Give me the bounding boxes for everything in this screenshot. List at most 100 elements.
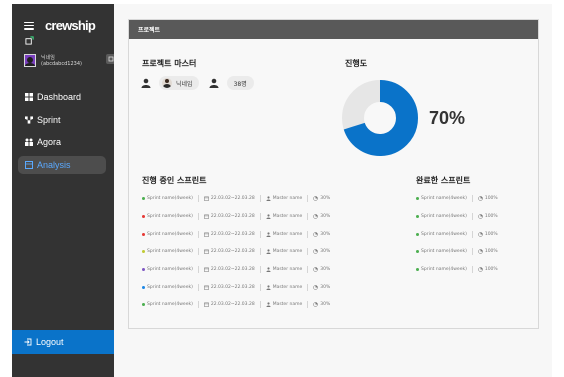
progress-icon [313,267,319,272]
menu-icon[interactable] [24,21,34,30]
divider [471,213,473,221]
sprint-row[interactable]: Sprint name(4week) 22.03.02~22.03.28 Maste… [142,261,330,279]
master-chip[interactable]: 닉네임 [159,76,199,90]
app-logo[interactable]: crewship [45,18,96,33]
sprint-name: Sprint name(4week) [421,231,467,237]
sprint-dates-cell: 22.03.02~22.03.28 [203,232,255,237]
sprint-dates-cell: 22.03.02~22.03.28 [203,249,255,255]
divider [471,266,473,274]
completed-sprint-row[interactable]: Sprint name(4week) 100% [416,261,498,279]
sprint-dates-cell: 22.03.02~22.03.28 [203,267,255,272]
status-dot [416,197,419,201]
sprint-progress: 30% [320,231,331,237]
sprint-row[interactable]: Sprint name(4week) 22.03.02~22.03.28 Maste… [142,278,330,296]
sprint-icon [25,115,33,124]
logout-button[interactable]: Logout [12,330,114,354]
progress-icon [477,214,483,219]
sprint-dates: 22.03.02~22.03.28 [210,214,255,220]
sprint-name: Sprint name(4week) [147,196,193,202]
sprint-progress: 100% [484,231,498,237]
calendar-icon [203,285,209,290]
divider [307,213,309,221]
sprint-name: Sprint name(4week) [421,249,467,255]
master-row: 닉네임 38명 [141,76,254,90]
user-profile[interactable]: 닉네임 (abcdabcd1234) [24,52,116,69]
progress-icon [313,196,319,202]
sprint-name: Sprint name(4week) [147,231,193,237]
card-title: 프로젝트 [138,27,161,34]
sprint-row[interactable]: Sprint name(4week) 22.03.02~22.03.28 Maste… [142,190,330,208]
sprint-dates: 22.03.02~22.03.28 [210,249,255,255]
completed-sprint-row[interactable]: Sprint name(4week) 100% [416,225,498,243]
divider [259,230,261,238]
app: crewship 닉네임 (abcdabcd1234) Dashboard Sp… [0,0,564,377]
progress-icon [313,231,319,237]
sprint-name-cell: Sprint name(4week) [142,285,193,290]
sidebar-item-agora[interactable]: Agora [18,133,106,151]
sprint-name: Sprint name(4week) [147,302,193,308]
sprint-master-cell: Master name [266,285,302,290]
divider [259,266,261,274]
done-title: 완료한 스프린트 [416,176,471,185]
sidebar-item-sprint[interactable]: Sprint [18,111,106,129]
status-dot [416,215,419,219]
status-dot [416,232,419,236]
progress-donut [342,80,418,156]
sprint-master: Master name [272,231,303,237]
divider [471,248,473,256]
divider [307,230,309,238]
sidebar-item-dashboard[interactable]: Dashboard [18,88,106,106]
master-title: 프로젝트 마스터 [142,59,197,68]
status-dot [416,268,419,272]
divider [259,301,261,309]
sprint-row[interactable]: Sprint name(4week) 22.03.02~22.03.28 Maste… [142,225,330,243]
divider [307,301,309,309]
sprint-name-cell: Sprint name(4week) [142,232,193,237]
sprint-name-cell: Sprint name(4week) [416,249,467,254]
sprint-row[interactable]: Sprint name(4week) 22.03.02~22.03.28 Maste… [142,243,330,261]
sidebar-top: crewship [24,18,96,33]
sprint-name-cell: Sprint name(4week) [416,214,467,219]
completed-sprint-list: Sprint name(4week) 100% Sprint name(4week)… [416,190,498,278]
completed-sprint-row[interactable]: Sprint name(4week) 100% [416,208,498,226]
sprint-row[interactable]: Sprint name(4week) 22.03.02~22.03.28 Maste… [142,208,330,226]
sprint-progress: 30% [320,249,331,255]
sprint-progress: 100% [484,214,498,220]
progress-icon [313,284,319,290]
completed-sprint-row[interactable]: Sprint name(4week) 100% [416,190,498,208]
card-header: 프로젝트 [129,20,538,39]
sprint-dates: 22.03.02~22.03.28 [210,302,255,308]
progress-icon [477,267,483,272]
avatar [24,54,36,67]
sprint-master-cell: Master name [266,267,302,273]
progress-icon [313,302,319,308]
sprint-master: Master name [272,196,303,202]
member-count-chip[interactable]: 38명 [226,76,254,90]
divider [197,248,199,256]
sprint-name: Sprint name(4week) [421,196,467,202]
sprint-row[interactable]: Sprint name(4week) 22.03.02~22.03.28 Maste… [142,296,330,314]
person-icon [266,285,271,290]
sprint-master-cell: Master name [266,214,302,220]
sprint-progress-cell: 30% [313,249,330,254]
sprint-dates: 22.03.02~22.03.28 [210,284,255,290]
sprint-name-cell: Sprint name(4week) [142,249,193,254]
notification-icon[interactable] [25,36,34,45]
status-dot [416,250,419,254]
sprint-name: Sprint name(4week) [147,267,193,273]
project-card: 프로젝트 프로젝트 마스터 닉네임 38명 진행도 70% 진행 중인 스프린트… [128,19,539,329]
sprint-name-cell: Sprint name(4week) [142,196,193,201]
status-dot [142,232,145,236]
person-icon [266,302,271,308]
sidebar-item-analysis[interactable]: Analysis [18,155,106,174]
status-dot [142,250,145,254]
calendar-icon [203,232,209,237]
sprint-progress-cell: 100% [477,249,498,254]
sprint-master-cell: Master name [266,302,302,308]
sprint-progress: 30% [320,302,331,308]
sprint-name: Sprint name(4week) [421,214,467,220]
sprint-name-cell: Sprint name(4week) [142,214,193,219]
calendar-icon [203,196,209,202]
completed-sprint-row[interactable]: Sprint name(4week) 100% [416,243,498,261]
divider [471,230,473,238]
